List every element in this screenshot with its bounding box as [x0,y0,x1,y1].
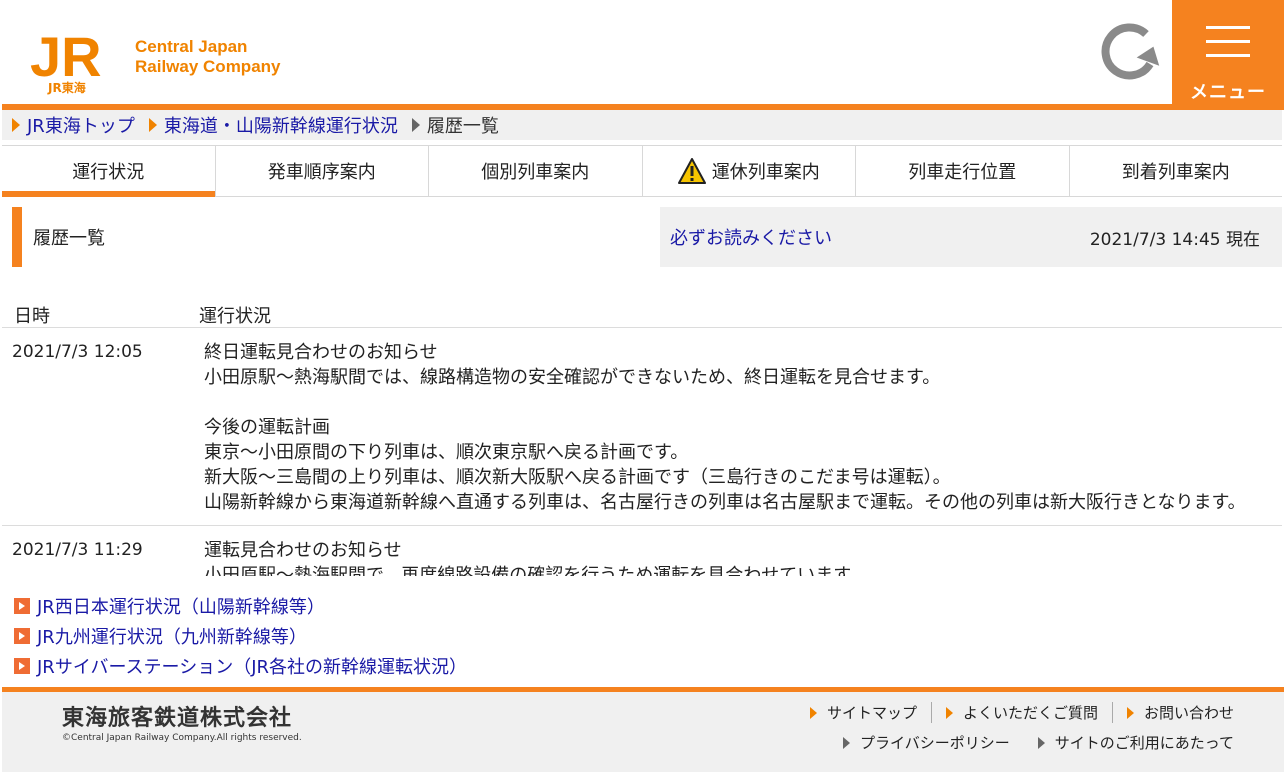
breadcrumb-link[interactable]: JR東海トップ [27,112,135,138]
footer-links-row2: プライバシーポリシー サイトのご利用にあたって [829,732,1248,753]
footer-link-label: プライバシーポリシー [860,734,1010,752]
status-line: 小田原駅～熱海駅間では、線路構造物の安全確認ができないため、終日運転を見合せます… [204,367,941,388]
status-line: 新大阪～三島間の上り列車は、順次新大阪駅へ戻る計画です（三島行きのこだま号は運転… [204,467,951,488]
tab-label: 発車順序案内 [267,162,376,183]
external-link-item[interactable]: JRサイバーステーション（JR各社の新幹線運転状況） [14,651,467,681]
tab-train-position[interactable]: 列車走行位置 [856,146,1070,196]
menu-button[interactable]: メニュー [1172,0,1284,104]
tab-label: 個別列車案内 [481,162,590,183]
footer-link-label: サイトのご利用にあたって [1054,734,1234,752]
triangle-right-icon [12,118,20,132]
external-link-item[interactable]: JR西日本運行状況（山陽新幹線等） [14,591,467,621]
tab-bar: 運行状況 発車順序案内 個別列車案内 運休列車案内 列車走行位置 到着列車案内 [2,145,1282,197]
must-read-link[interactable]: 必ずお読みください [670,224,832,250]
triangle-right-icon [148,118,157,132]
logo-jr-text: JR [30,28,102,88]
triangle-right-icon [411,118,420,132]
external-arrow-icon [14,658,30,674]
company-name-line2: Railway Company [135,57,281,76]
footer-link-contact[interactable]: お問い合わせ [1111,702,1248,723]
menu-label: メニュー [1190,82,1266,103]
triangle-right-icon [1037,736,1045,749]
breadcrumb-link[interactable]: 東海道・山陽新幹線運行状況 [164,112,398,138]
warning-icon [677,158,706,184]
triangle-right-icon [843,736,851,749]
company-name-jp: 東海旅客鉄道株式会社 [62,706,293,731]
column-header-date: 日時 [14,306,50,327]
external-link-cyber-station[interactable]: JRサイバーステーション（JR各社の新幹線運転状況） [37,653,467,679]
footer-link-privacy[interactable]: プライバシーポリシー [829,732,1024,753]
external-arrow-icon [14,628,30,644]
tab-individual-train[interactable]: 個別列車案内 [429,146,643,196]
external-link-jr-kyushu[interactable]: JR九州運行状況（九州新幹線等） [37,623,307,649]
status-line: 運転見合わせのお知らせ [204,540,402,561]
row-status-text: 運転見合わせのお知らせ 小田原駅～熱海駅間で、再度線路設備の確認を行うため運転を… [204,538,1282,576]
status-line: 終日運転見合わせのお知らせ [204,342,438,363]
section-header: 履歴一覧 必ずお読みください 2021/7/3 14:45 現在 [12,207,1282,267]
company-name-line1: Central Japan [135,37,248,56]
reload-icon[interactable] [1098,20,1164,82]
hamburger-icon [1206,26,1250,57]
tab-label: 列車走行位置 [908,162,1017,183]
as-of-timestamp: 2021/7/3 14:45 現在 [1089,230,1260,250]
company-name-en: Central Japan Railway Company [135,37,281,77]
status-line: 東京～小田原間の下り列車は、順次東京駅へ戻る計画です。 [204,442,689,463]
footer-link-label: サイトマップ [826,704,917,722]
row-status-text: 終日運転見合わせのお知らせ 小田原駅～熱海駅間では、線路構造物の安全確認ができな… [204,340,1282,515]
breadcrumb: JR東海トップ 東海道・山陽新幹線運行状況 履歴一覧 [2,110,1282,140]
breadcrumb-item-status[interactable]: 東海道・山陽新幹線運行状況 [148,112,398,138]
row-date: 2021/7/3 11:29 [12,540,143,560]
tab-departure-order[interactable]: 発車順序案内 [216,146,429,196]
site-header: JR JR東海 Central Japan Railway Company メニ… [0,0,1284,104]
triangle-right-icon [1126,706,1134,719]
status-line: 小田原駅～熱海駅間で、再度線路設備の確認を行うため運転を見合わせています。 [204,565,868,576]
triangle-right-icon [945,706,953,719]
section-title: 履歴一覧 [33,228,105,249]
breadcrumb-current: 履歴一覧 [426,116,499,137]
breadcrumb-item-current: 履歴一覧 [411,112,499,138]
footer-link-sitemap[interactable]: サイトマップ [796,702,931,723]
external-link-item[interactable]: JR九州運行状況（九州新幹線等） [14,621,467,651]
external-arrow-icon [14,598,30,614]
row-date: 2021/7/3 12:05 [12,342,143,362]
tab-operation-status[interactable]: 運行状況 [2,146,216,197]
tab-suspended-trains[interactable]: 運休列車案内 [643,146,856,196]
external-links: JR西日本運行状況（山陽新幹線等） JR九州運行状況（九州新幹線等） JRサイバ… [14,591,467,681]
status-line: 今後の運転計画 [204,417,330,438]
table-header: 日時 運行状況 [2,298,1282,328]
tab-label: 運行状況 [72,162,145,183]
breadcrumb-item-top[interactable]: JR東海トップ [12,112,135,138]
history-table[interactable]: 日時 運行状況 2021/7/3 12:05 終日運転見合わせのお知らせ 小田原… [2,298,1282,576]
footer-link-label: よくいただくご質問 [962,704,1098,722]
footer-links-row1: サイトマップ よくいただくご質問 お問い合わせ [796,702,1248,723]
table-row: 2021/7/3 12:05 終日運転見合わせのお知らせ 小田原駅～熱海駅間では… [2,328,1282,526]
copyright: ©Central Japan Railway Company.All right… [62,733,302,743]
footer-link-label: お問い合わせ [1143,704,1234,722]
tab-arrival-info[interactable]: 到着列車案内 [1070,146,1283,196]
footer-link-faq[interactable]: よくいただくご質問 [930,702,1112,723]
footer-link-terms[interactable]: サイトのご利用にあたって [1024,732,1248,753]
tab-label: 運休列車案内 [711,162,820,183]
tab-label: 到着列車案内 [1121,162,1230,183]
external-link-jr-west[interactable]: JR西日本運行状況（山陽新幹線等） [37,593,325,619]
logo-sub-text: JR東海 [47,80,86,95]
section-accent-bar [12,207,22,267]
status-line: 山陽新幹線から東海道新幹線へ直通する列車は、名古屋行きの列車は名古屋駅まで運転。… [204,492,1246,513]
table-row: 2021/7/3 11:29 運転見合わせのお知らせ 小田原駅～熱海駅間で、再度… [2,526,1282,576]
triangle-right-icon [809,706,817,719]
notice-panel: 必ずお読みください 2021/7/3 14:45 現在 [660,207,1282,267]
jr-central-logo[interactable]: JR JR東海 [30,25,120,96]
site-footer: 東海旅客鉄道株式会社 ©Central Japan Railway Compan… [2,692,1284,772]
column-header-status: 運行状況 [199,306,271,327]
